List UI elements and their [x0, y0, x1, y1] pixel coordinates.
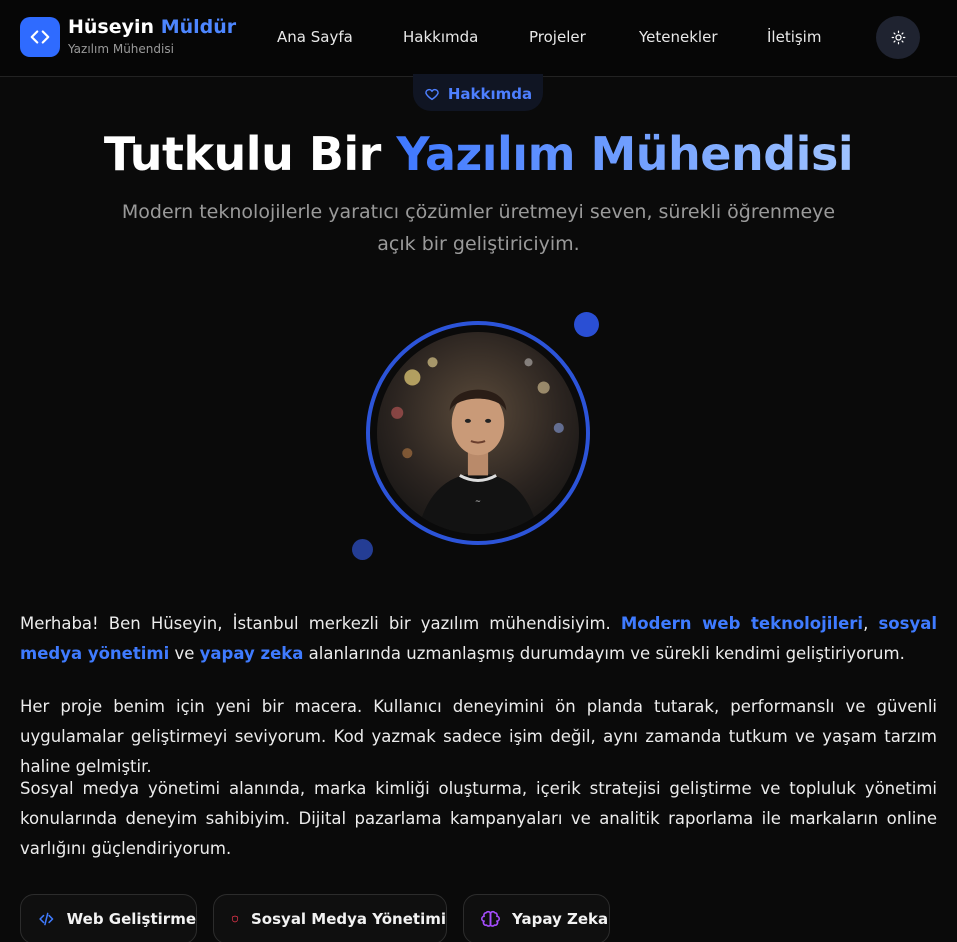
- skill-chip-label: Web Geliştirme: [66, 910, 196, 928]
- skill-chip-web[interactable]: Web Geliştirme: [20, 894, 197, 942]
- text-segment: Merhaba! Ben Hüseyin, İstanbul merkezli …: [20, 614, 621, 633]
- section-pill: Hakkımda: [413, 74, 543, 111]
- avatar: ~: [377, 332, 579, 534]
- skill-chip-label: Sosyal Medya Yönetimi: [251, 910, 446, 928]
- avatar-frame: ~: [366, 321, 590, 545]
- section-subtitle: Modern teknolojilerle yaratıcı çözümler …: [121, 201, 836, 255]
- title-highlight: Yazılım Mühendisi: [396, 127, 854, 181]
- brand-subtitle: Yazılım Mühendisi: [68, 42, 174, 56]
- title-plain: Tutkulu Bir: [103, 127, 381, 181]
- brand-name: Hüseyin Müldür: [68, 16, 236, 38]
- brand-last-name: Müldür: [160, 16, 237, 38]
- sun-icon: [891, 30, 905, 45]
- decorative-dot: [574, 312, 599, 337]
- about-paragraph-2: Her proje benim için yeni bir macera. Ku…: [20, 697, 937, 776]
- heart-icon: [425, 88, 439, 100]
- nav-about[interactable]: Hakkımda: [403, 28, 478, 46]
- skill-chip-social[interactable]: Sosyal Medya Yönetimi: [213, 894, 447, 942]
- about-paragraph-3: Sosyal medya yönetimi alanında, marka ki…: [20, 779, 937, 858]
- theme-toggle-button[interactable]: [876, 16, 920, 59]
- skill-chip-label: Yapay Zeka: [512, 910, 609, 928]
- nav-contact[interactable]: İletişim: [767, 28, 821, 46]
- code-icon: [30, 30, 50, 44]
- brain-icon: [481, 910, 500, 927]
- logo-badge[interactable]: [20, 17, 60, 57]
- brand[interactable]: Hüseyin Müldür Yazılım Mühendisi: [68, 16, 236, 56]
- site-header: Hüseyin Müldür Yazılım Mühendisi Ana Say…: [0, 0, 957, 77]
- nav-projects[interactable]: Projeler: [529, 28, 586, 46]
- highlight-web: Modern web teknolojileri: [620, 614, 864, 633]
- skill-chip-ai[interactable]: Yapay Zeka: [463, 894, 610, 942]
- nav-skills[interactable]: Yetenekler: [639, 28, 718, 46]
- section-pill-label: Hakkımda: [447, 84, 533, 103]
- about-paragraph-1: Merhaba! Ben Hüseyin, İstanbul merkezli …: [20, 609, 937, 669]
- code-icon: [39, 912, 54, 926]
- brand-first-name: Hüseyin: [68, 16, 155, 38]
- decorative-dot: [352, 539, 373, 560]
- shield-icon: [231, 915, 239, 923]
- highlight-ai: yapay zeka: [199, 644, 304, 663]
- text-segment: ,: [863, 614, 879, 633]
- svg-text:~: ~: [475, 497, 481, 506]
- text-segment: alanlarında uzmanlaşmış durumdayım ve sü…: [303, 644, 905, 663]
- nav-home[interactable]: Ana Sayfa: [277, 28, 353, 46]
- section-title: Tutkulu Bir Yazılım Mühendisi: [0, 127, 957, 181]
- text-segment: ve: [169, 644, 200, 663]
